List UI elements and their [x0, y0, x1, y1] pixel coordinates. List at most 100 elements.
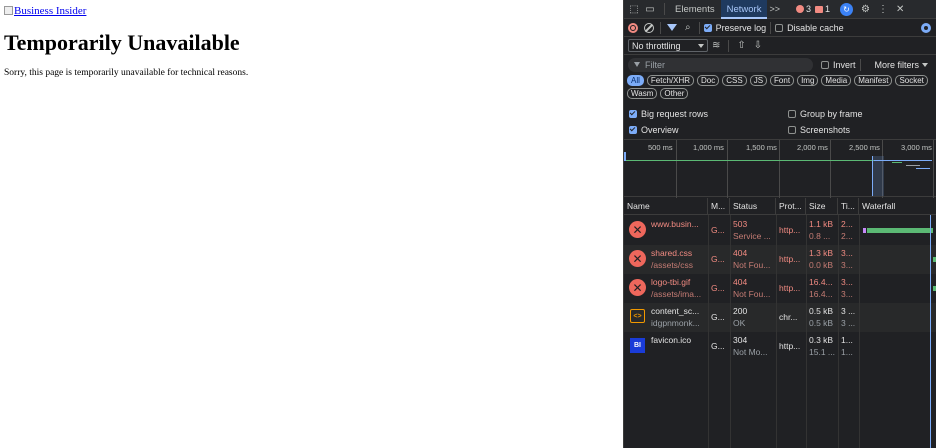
request-method: G... — [711, 225, 725, 235]
timeline-overview[interactable]: 500 ms 1,000 ms 1,500 ms 2,000 ms 2,500 … — [624, 139, 936, 198]
group-by-frame-option[interactable]: Group by frame — [788, 109, 863, 119]
timeline-request-bar — [916, 168, 930, 169]
chip-font[interactable]: Font — [770, 75, 795, 86]
request-size: 1.1 kB — [809, 219, 834, 229]
screenshots-checkbox[interactable] — [788, 126, 796, 134]
chip-fetch-xhr[interactable]: Fetch/XHR — [646, 75, 695, 86]
network-settings-icon[interactable] — [921, 22, 931, 33]
timeline-gridline — [676, 140, 677, 198]
settings-gear-icon[interactable]: ⚙ — [861, 4, 870, 15]
chip-img[interactable]: Img — [797, 75, 819, 86]
chip-css[interactable]: CSS — [722, 75, 747, 86]
group-by-frame-checkbox[interactable] — [788, 110, 796, 118]
inspect-element-icon[interactable]: ⬚ — [628, 3, 640, 15]
request-time-cell: 3... 3... — [841, 247, 858, 271]
column-header-time[interactable]: Ti... — [838, 198, 859, 215]
requests-table: Name M... Status Prot... Size Ti... Wate… — [624, 198, 936, 448]
chip-socket[interactable]: Socket — [895, 75, 928, 86]
overview-option[interactable]: Overview — [629, 125, 679, 135]
request-name-cell: content_sc... idgpnmonk... — [651, 305, 707, 329]
export-har-icon[interactable]: ⇩ — [754, 40, 762, 51]
timeline-selection[interactable] — [872, 156, 884, 196]
chip-all[interactable]: All — [627, 75, 644, 86]
request-status-text: Not Fou... — [733, 260, 771, 270]
disable-cache-label: Disable cache — [787, 22, 844, 33]
column-divider — [708, 215, 709, 448]
request-status: 503 — [733, 219, 748, 229]
chip-media[interactable]: Media — [821, 75, 852, 86]
filter-funnel-icon[interactable] — [667, 24, 677, 31]
request-status: 404 — [733, 248, 748, 258]
disable-cache-checkbox[interactable] — [775, 23, 784, 32]
kebab-menu-icon[interactable]: ⋮ — [878, 4, 888, 15]
request-status-text: Not Mo... — [733, 347, 768, 357]
timeline-tick-label: 500 ms — [648, 143, 673, 152]
request-size: 16.4... — [809, 277, 833, 287]
column-header-method[interactable]: M... — [708, 198, 730, 215]
request-time-cell: 3... 3... — [841, 276, 858, 300]
record-icon[interactable] — [628, 22, 638, 33]
chip-js[interactable]: JS — [749, 75, 768, 86]
request-name-cell: shared.css/assets/css — [651, 247, 707, 271]
filter-placeholder: Filter — [645, 59, 665, 70]
chip-manifest[interactable]: Manifest — [854, 75, 893, 86]
request-method: G... — [711, 341, 725, 351]
filter-row: Filter Invert More filters — [624, 56, 936, 73]
invert-toggle[interactable]: Invert — [821, 60, 856, 70]
chip-other[interactable]: Other — [660, 88, 689, 99]
waterfall-bar — [867, 228, 933, 233]
request-time-cell: 2... 2... — [841, 218, 858, 242]
more-filters-button[interactable]: More filters — [875, 60, 929, 70]
request-path: idgpnmonk... — [651, 318, 700, 328]
timeline-tick-label: 1,000 ms — [693, 143, 724, 152]
logo-link[interactable]: Business Insider — [4, 5, 86, 17]
column-header-name[interactable]: Name — [624, 198, 708, 215]
table-row[interactable]: ✕ logo-tbi.gif/assets/ima... G... 404 Not… — [624, 274, 936, 303]
filter-input[interactable]: Filter — [628, 57, 813, 72]
clear-icon[interactable] — [644, 22, 654, 33]
overview-checkbox[interactable] — [629, 126, 637, 134]
table-row[interactable]: ✕ www.busin... G... 503 Service ... http.… — [624, 216, 936, 245]
table-row[interactable]: ✕ shared.css/assets/css G... 404 Not Fou.… — [624, 245, 936, 274]
issues-counter[interactable]: 3 1 — [795, 4, 830, 14]
bi-favicon-icon: BI — [630, 338, 645, 353]
network-conditions-icon[interactable]: ≋ — [712, 40, 720, 51]
chip-wasm[interactable]: Wasm — [627, 88, 658, 99]
tab-elements[interactable]: Elements — [669, 0, 721, 19]
screenshots-option[interactable]: Screenshots — [788, 125, 850, 135]
table-row[interactable]: BI favicon.ico G... 304 Not Mo... http...… — [624, 332, 936, 361]
close-icon[interactable]: ✕ — [896, 4, 904, 15]
column-header-size[interactable]: Size — [806, 198, 838, 215]
big-request-rows-checkbox[interactable] — [629, 110, 637, 118]
divider — [770, 21, 772, 34]
timeline-tick-label: 1,500 ms — [746, 143, 777, 152]
request-method: G... — [711, 312, 725, 322]
preserve-log-checkbox[interactable] — [703, 23, 712, 32]
request-name: favicon.ico — [651, 335, 692, 345]
request-status-cell: 200 OK — [733, 305, 775, 329]
column-header-protocol[interactable]: Prot... — [776, 198, 806, 215]
big-request-rows-option[interactable]: Big request rows — [629, 109, 708, 119]
device-toolbar-icon[interactable]: ▭ — [644, 3, 656, 15]
network-toolbar: ⌕ Preserve log Disable cache — [624, 19, 936, 37]
table-row[interactable]: <> content_sc... idgpnmonk... G... 200 OK … — [624, 303, 936, 332]
tab-network[interactable]: Network — [720, 0, 768, 19]
chip-doc[interactable]: Doc — [697, 75, 720, 86]
sync-icon[interactable]: ↻ — [840, 2, 853, 16]
throttling-select[interactable]: No throttling — [628, 39, 708, 52]
import-har-icon[interactable]: ⇧ — [737, 40, 745, 51]
divider — [698, 21, 700, 34]
request-time: 1... — [841, 335, 853, 345]
search-icon[interactable]: ⌕ — [685, 22, 691, 33]
more-tabs-button[interactable]: >> — [769, 4, 780, 14]
invert-checkbox[interactable] — [821, 60, 829, 69]
error-message: Sorry, this page is temporarily unavaila… — [4, 68, 249, 78]
request-resource-size: 15.1 ... — [809, 347, 835, 357]
timeline-gridline — [727, 140, 728, 198]
request-latency: 3 ... — [841, 318, 856, 328]
request-method: G... — [711, 283, 725, 293]
timeline-gridline — [933, 140, 934, 198]
column-header-waterfall[interactable]: Waterfall — [859, 198, 936, 215]
column-header-status[interactable]: Status — [730, 198, 776, 215]
request-status-cell: 304 Not Mo... — [733, 334, 775, 358]
